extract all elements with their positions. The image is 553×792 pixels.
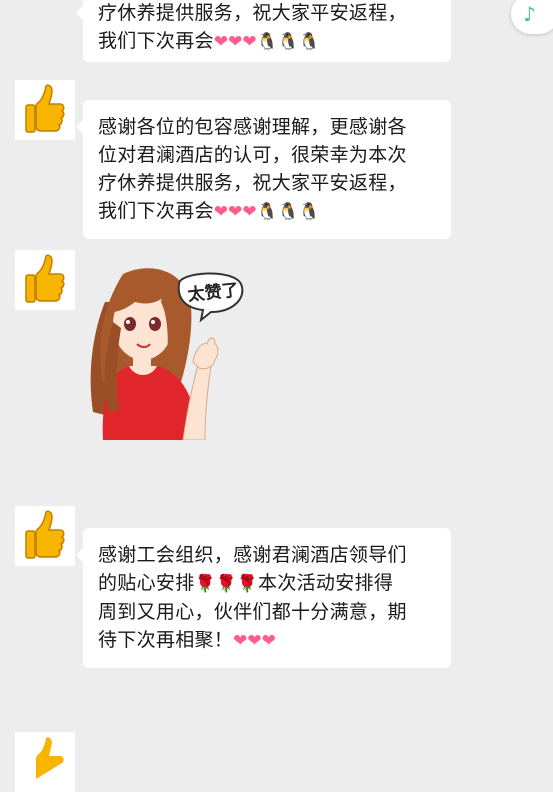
heart-emoji-icon: ❤ [261, 631, 276, 651]
penguin-emoji-icon: 🐧 [256, 202, 278, 222]
avatar[interactable] [15, 250, 75, 310]
emoji-row: ❤❤❤🐧🐧🐧 [214, 202, 320, 222]
message-text-line: 位对君澜酒店的认可，很荣幸为本次 [98, 144, 407, 166]
penguin-emoji-icon: 🐧 [298, 32, 321, 52]
avatar[interactable] [15, 732, 75, 792]
heart-emoji-icon: ❤ [233, 631, 248, 651]
thumbs-up-icon [15, 80, 75, 140]
message-text-line: 感谢工会组织，感谢君澜酒店领导们 [98, 544, 407, 566]
penguin-emoji-icon: 🐧 [277, 32, 299, 52]
message-text-line: 的贴心安排 [98, 572, 195, 594]
rose-emoji-icon: 🌹 [194, 574, 216, 594]
penguin-emoji-icon: 🐧 [298, 202, 321, 222]
message-text-line: 本次活动安排得 [258, 572, 394, 594]
message-text-line: 疗休养提供服务，祝大家平安返程， [98, 2, 407, 24]
music-player-button[interactable]: ♪ [511, 0, 553, 34]
heart-emoji-icon: ❤ [213, 202, 229, 222]
emoji-row: 🌹🌹🌹 [195, 574, 259, 594]
avatar[interactable] [15, 506, 75, 566]
music-note-icon: ♪ [523, 2, 536, 26]
heart-emoji-icon: ❤ [228, 32, 243, 52]
emoji-row: ❤❤❤🐧🐧🐧 [214, 32, 320, 52]
message-bubble-4[interactable]: 感谢工会组织，感谢君澜酒店领导们 的贴心安排🌹🌹🌹本次活动安排得 周到又用心，伙… [76, 528, 451, 668]
message-text-line: 周到又用心，伙伴们都十分满意，期 [98, 601, 407, 623]
rose-emoji-icon: 🌹 [215, 574, 237, 594]
message-text-line: 感谢各位的包容感谢理解，更感谢各 [98, 116, 407, 138]
penguin-emoji-icon: 🐧 [256, 32, 278, 52]
heart-emoji-icon: ❤ [247, 631, 262, 651]
thumbs-up-icon [15, 732, 75, 792]
message-text-line: 我们下次再会 [98, 200, 214, 222]
sticker-image[interactable]: 太赞了 [83, 262, 253, 441]
heart-emoji-icon: ❤ [213, 32, 229, 52]
emoji-row: ❤❤❤ [233, 631, 276, 651]
avatar[interactable] [15, 80, 75, 140]
message-text-line: 我们下次再会 [98, 30, 214, 52]
heart-emoji-icon: ❤ [242, 202, 257, 222]
message-bubble-2[interactable]: 感谢各位的包容感谢理解，更感谢各 位对君澜酒店的认可，很荣幸为本次 疗休养提供服… [76, 100, 451, 239]
message-text-line: 疗休养提供服务，祝大家平安返程， [98, 172, 407, 194]
thumbs-up-icon [15, 506, 75, 566]
penguin-emoji-icon: 🐧 [277, 202, 299, 222]
heart-emoji-icon: ❤ [228, 202, 243, 222]
thumbs-up-icon [15, 250, 75, 310]
message-text-line: 待下次再相聚！ [98, 629, 234, 651]
message-bubble-1[interactable]: 疗休养提供服务，祝大家平安返程， 我们下次再会❤❤❤🐧🐧🐧 [76, 0, 451, 62]
rose-emoji-icon: 🌹 [236, 574, 259, 594]
heart-emoji-icon: ❤ [242, 32, 257, 52]
